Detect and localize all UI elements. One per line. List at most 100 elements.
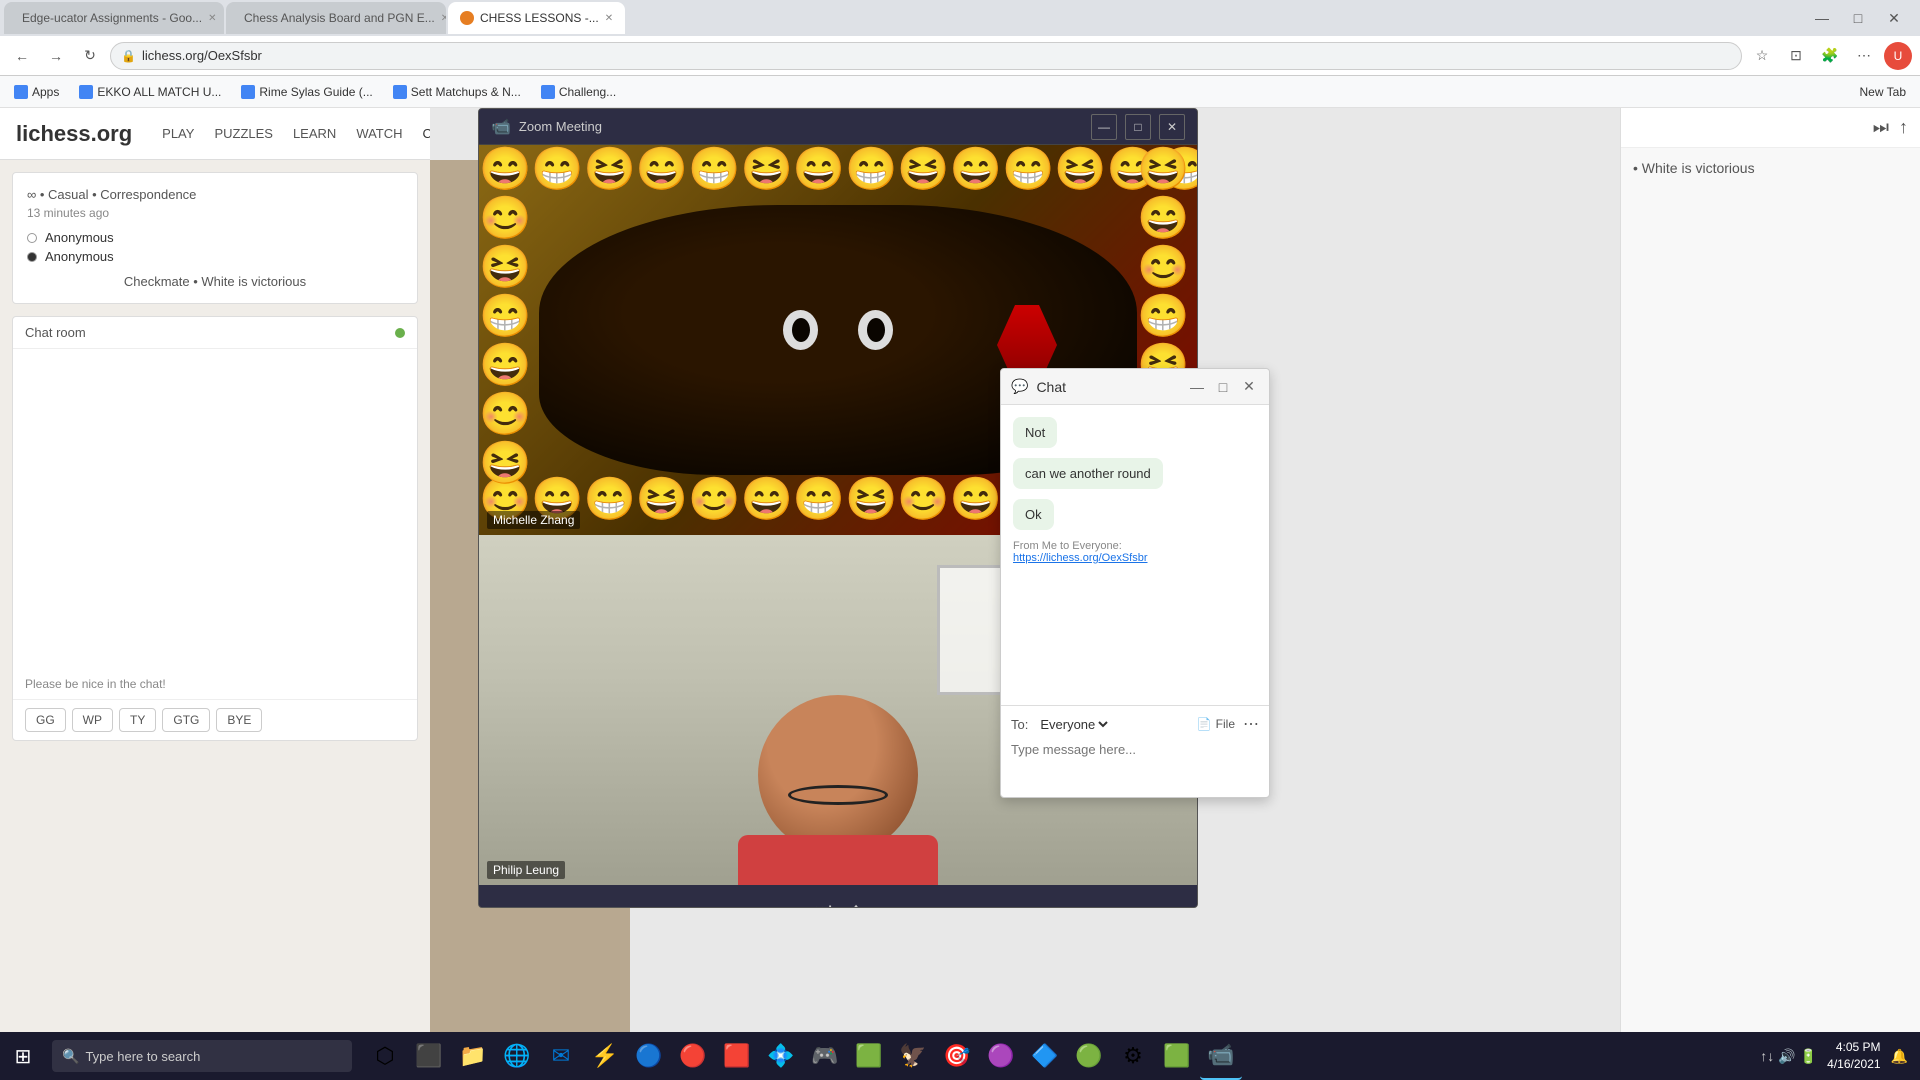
browser-tab-3[interactable]: CHESS LESSONS -... ✕ xyxy=(448,2,625,34)
taskbar-app-onenote[interactable]: 🟣 xyxy=(980,1032,1022,1080)
tab-close-2[interactable]: ✕ xyxy=(441,13,446,24)
tab-close-3[interactable]: ✕ xyxy=(605,13,613,24)
taskbar-app-lightning[interactable]: ⚡ xyxy=(584,1032,626,1080)
creature-eyes xyxy=(783,310,893,350)
taskbar-app-chrome[interactable]: 🔴 xyxy=(672,1032,714,1080)
quick-reply-ty[interactable]: TY xyxy=(119,708,156,732)
chat-header: Chat room xyxy=(13,317,417,349)
game-info-card: ∞ • Casual • Correspondence 13 minutes a… xyxy=(12,172,418,304)
emoji-8: 😁 xyxy=(845,145,897,205)
lichess-link[interactable]: https://lichess.org/OexSfsbr xyxy=(1013,552,1148,564)
to-label: To: xyxy=(1011,717,1028,732)
taskbar-app-mail[interactable]: ✉ xyxy=(540,1032,582,1080)
taskbar-app-gog[interactable]: 🟢 xyxy=(1068,1032,1110,1080)
zoom-minimize-button[interactable]: — xyxy=(1091,114,1117,140)
onenote-icon: 🟣 xyxy=(987,1043,1014,1069)
collections-button[interactable]: ⊡ xyxy=(1782,42,1810,70)
emoji-9: 😆 xyxy=(897,145,949,205)
app8-icon: 🟥 xyxy=(723,1043,750,1069)
right-panel-skip-button[interactable]: ⏭ xyxy=(1873,117,1889,138)
nav-bar: ← → ↻ 🔒 lichess.org/OexSfsbr ☆ ⊡ 🧩 ⋯ U xyxy=(0,36,1920,76)
chat-panel-close-button[interactable]: ✕ xyxy=(1239,377,1259,397)
chat-panel-controls: — □ ✕ xyxy=(1187,377,1259,397)
quick-reply-wp[interactable]: WP xyxy=(72,708,113,732)
battery-icon[interactable]: 🔋 xyxy=(1800,1048,1817,1065)
forward-button[interactable]: → xyxy=(42,42,70,70)
extensions-button[interactable]: 🧩 xyxy=(1816,42,1844,70)
right-panel-share-button[interactable]: ↑ xyxy=(1899,117,1908,138)
bookmark-apps[interactable]: Apps xyxy=(8,83,65,101)
taskbar-app-app13[interactable]: 🎯 xyxy=(936,1032,978,1080)
chat-more-button[interactable]: ⋯ xyxy=(1243,714,1259,734)
chat-panel-minimize-button[interactable]: — xyxy=(1187,377,1207,397)
network-icon[interactable]: ↑↓ xyxy=(1760,1048,1774,1064)
close-window-button[interactable]: ✕ xyxy=(1880,4,1908,32)
nav-watch[interactable]: WATCH xyxy=(356,122,402,145)
tab-label-3: CHESS LESSONS -... xyxy=(480,11,599,25)
taskbar-search[interactable]: 🔍 Type here to search xyxy=(52,1040,352,1072)
zoom-maximize-button[interactable]: □ xyxy=(1125,114,1151,140)
back-button[interactable]: ← xyxy=(8,42,36,70)
taskbar-app-app6[interactable]: 🔵 xyxy=(628,1032,670,1080)
settings-button[interactable]: ⋯ xyxy=(1850,42,1878,70)
notification-icon[interactable]: 🔔 xyxy=(1891,1048,1908,1065)
address-bar[interactable]: 🔒 lichess.org/OexSfsbr xyxy=(110,42,1742,70)
profile-button[interactable]: U xyxy=(1884,42,1912,70)
browser-tab-1[interactable]: Edge-ucator Assignments - Goo... ✕ xyxy=(4,2,224,34)
taskbar-app-taskview[interactable]: ⬛ xyxy=(408,1032,450,1080)
refresh-button[interactable]: ↻ xyxy=(76,42,104,70)
taskbar-search-placeholder: Type here to search xyxy=(85,1049,200,1064)
bookmark-ekko[interactable]: EKKO ALL MATCH U... xyxy=(73,83,227,101)
taskbar-app-app15[interactable]: 🔷 xyxy=(1024,1032,1066,1080)
zoom-share-button[interactable]: ↑ xyxy=(852,899,861,909)
taskbar-app-steam[interactable]: 💠 xyxy=(760,1032,802,1080)
taskbar-app-settings2[interactable]: ⚙ xyxy=(1112,1032,1154,1080)
zoom-window-title: Zoom Meeting xyxy=(519,119,1091,134)
zoom-skip-forward-button[interactable]: ⏭ xyxy=(815,899,831,909)
game-type-label: ∞ • Casual • Correspondence xyxy=(27,187,403,202)
quick-reply-bye[interactable]: BYE xyxy=(216,708,262,732)
start-button[interactable]: ⊞ xyxy=(0,1032,46,1080)
zoom-close-button[interactable]: ✕ xyxy=(1159,114,1185,140)
bookmark-challenger[interactable]: Challeng... xyxy=(535,83,622,101)
chat-panel-maximize-button[interactable]: □ xyxy=(1213,377,1233,397)
nav-puzzles[interactable]: PUZZLES xyxy=(214,122,273,145)
app12-icon: 🦅 xyxy=(899,1043,926,1069)
player-name-black: Anonymous xyxy=(45,249,114,264)
bookmark-sett[interactable]: Sett Matchups & N... xyxy=(387,83,527,101)
person-shirt xyxy=(738,835,938,885)
taskbar-app-app18[interactable]: 🟩 xyxy=(1156,1032,1198,1080)
chat-title: Chat room xyxy=(25,325,86,340)
settings2-icon: ⚙ xyxy=(1123,1043,1143,1069)
taskbar-app-app11[interactable]: 🟩 xyxy=(848,1032,890,1080)
taskbar-app-discord[interactable]: 🎮 xyxy=(804,1032,846,1080)
chat-from-label: From Me to Everyone: https://lichess.org… xyxy=(1013,540,1257,564)
chat-to-select[interactable]: Everyone xyxy=(1036,716,1111,733)
taskbar-app-edge[interactable]: 🌐 xyxy=(496,1032,538,1080)
quick-reply-gtg[interactable]: GTG xyxy=(162,708,210,732)
nav-learn[interactable]: LEARN xyxy=(293,122,336,145)
audio-icon[interactable]: 🔊 xyxy=(1778,1048,1795,1065)
taskbar-app-app12[interactable]: 🦅 xyxy=(892,1032,934,1080)
browser-tab-2[interactable]: Chess Analysis Board and PGN E... ✕ xyxy=(226,2,446,34)
tab-close-1[interactable]: ✕ xyxy=(208,13,216,24)
chat-file-button[interactable]: 📄 File xyxy=(1197,717,1235,731)
lichess-sidebar: lichess.org PLAY PUZZLES LEARN WATCH COM… xyxy=(0,108,430,1080)
taskbar-app-cortana[interactable]: ⬡ xyxy=(364,1032,406,1080)
nav-play[interactable]: PLAY xyxy=(162,122,194,145)
taskbar-app-app8[interactable]: 🟥 xyxy=(716,1032,758,1080)
minimize-window-button[interactable]: — xyxy=(1808,4,1836,32)
quick-reply-gg[interactable]: GG xyxy=(25,708,66,732)
nav-community[interactable]: COMMUNITY xyxy=(423,122,430,145)
taskbar-app-zoom[interactable]: 📹 xyxy=(1200,1032,1242,1080)
bookmark-rime[interactable]: Rime Sylas Guide (... xyxy=(235,83,378,101)
maximize-window-button[interactable]: □ xyxy=(1844,4,1872,32)
person-head xyxy=(758,695,918,855)
chat-message-input[interactable] xyxy=(1011,740,1259,759)
bookmark-newtab[interactable]: New Tab xyxy=(1854,83,1912,101)
bookmark-button[interactable]: ☆ xyxy=(1748,42,1776,70)
taskbar-app-explorer[interactable]: 📁 xyxy=(452,1032,494,1080)
windows-icon: ⊞ xyxy=(15,1044,32,1069)
emoji-7: 😄 xyxy=(793,145,845,205)
system-clock[interactable]: 4:05 PM 4/16/2021 xyxy=(1821,1039,1886,1073)
